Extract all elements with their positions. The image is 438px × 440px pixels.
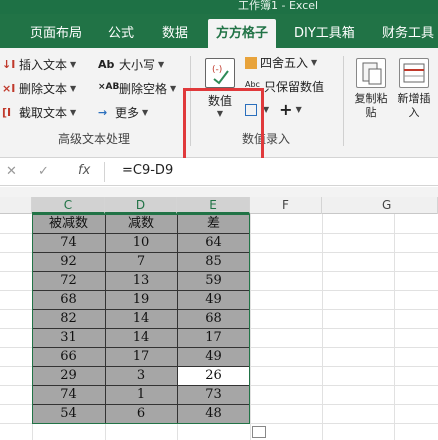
table-cell[interactable]: 72 xyxy=(32,271,105,290)
table-row-border xyxy=(32,328,250,329)
case-button[interactable]: Ab 大小写 ▼ xyxy=(98,56,164,73)
table-cell[interactable]: 85 xyxy=(177,252,250,271)
insert-sheet-icon xyxy=(399,58,429,88)
table-cell[interactable]: 49 xyxy=(177,290,250,309)
table-cell[interactable]: 73 xyxy=(177,385,250,404)
table-row-border xyxy=(32,309,250,310)
table-row-border xyxy=(32,271,250,272)
table-cell[interactable]: 29 xyxy=(32,366,105,385)
tab-data[interactable]: 数据 xyxy=(162,22,188,41)
table-cell[interactable]: 13 xyxy=(105,271,177,290)
svg-text:(-): (-) xyxy=(212,65,222,75)
table-cell[interactable]: 3 xyxy=(105,366,177,385)
round-icon xyxy=(245,56,257,69)
round-button[interactable]: 四舍五入 ▼ xyxy=(245,54,317,71)
table-row-border xyxy=(32,252,250,253)
ribbon-separator-2 xyxy=(343,56,344,146)
insert-text-button[interactable]: ↓I 插入文本 ▼ xyxy=(2,56,76,73)
ribbon: ↓I 插入文本 ▼ ×I 删除文本 ▼ [I 截取文本 ▼ Ab 大小写 ▼ ×AB 删… xyxy=(0,48,438,172)
table-cell[interactable]: 14 xyxy=(105,309,177,328)
table-cell[interactable]: 14 xyxy=(105,328,177,347)
table-column-border xyxy=(32,214,33,423)
more-button[interactable]: → 更多 ▼ xyxy=(98,104,148,121)
new-insert-button[interactable]: 新增插入 xyxy=(394,58,434,120)
column-header-g[interactable]: G xyxy=(322,197,438,214)
case-icon: Ab xyxy=(98,57,115,71)
table-header-cell[interactable]: 差 xyxy=(177,214,250,233)
ribbon-tabs: 页面布局 公式 数据 方方格子 DIY工具箱 财务工具 xyxy=(0,14,438,53)
table-cell[interactable]: 7 xyxy=(105,252,177,271)
formula-bar: ✕ ✓ fx =C9-D9 xyxy=(0,158,438,186)
table-row-border xyxy=(32,233,250,234)
table-header-cell[interactable]: 减数 xyxy=(105,214,177,233)
table-cell[interactable]: 49 xyxy=(177,347,250,366)
table-column-border xyxy=(177,214,178,423)
table-row-border xyxy=(32,404,250,405)
plus-icon: + xyxy=(279,100,293,119)
table-cell[interactable]: 19 xyxy=(105,290,177,309)
table-header-cell[interactable]: 被减数 xyxy=(32,214,105,233)
delete-spaces-button[interactable]: ×AB 删除空格 ▼ xyxy=(98,80,176,97)
column-header-c[interactable]: C xyxy=(32,197,105,214)
active-cell[interactable]: 26 xyxy=(177,366,250,385)
table-cell[interactable]: 1 xyxy=(105,385,177,404)
grid-gap xyxy=(0,187,438,197)
table-cell[interactable]: 66 xyxy=(32,347,105,366)
table-cell[interactable]: 82 xyxy=(32,309,105,328)
paste-options-icon[interactable] xyxy=(252,426,266,438)
delete-spaces-icon: ×AB xyxy=(98,81,120,92)
table-row-border xyxy=(32,385,250,386)
extract-text-button[interactable]: [I 截取文本 ▼ xyxy=(2,104,76,121)
tab-formulas[interactable]: 公式 xyxy=(108,22,134,41)
table-cell[interactable]: 92 xyxy=(32,252,105,271)
clipboard-icon xyxy=(356,58,386,88)
table-row-border xyxy=(32,214,250,215)
table-cell[interactable]: 31 xyxy=(32,328,105,347)
tab-page-layout[interactable]: 页面布局 xyxy=(30,22,82,41)
tab-finance-tools[interactable]: 财务工具 xyxy=(382,22,434,41)
table-cell[interactable]: 59 xyxy=(177,271,250,290)
table-cell[interactable]: 17 xyxy=(177,328,250,347)
column-header-d[interactable]: D xyxy=(105,197,177,214)
table-cell[interactable]: 17 xyxy=(105,347,177,366)
title-bar: 工作簿1 - Excel xyxy=(0,0,438,14)
extract-text-icon: [I xyxy=(2,105,12,119)
table-cell[interactable]: 6 xyxy=(105,404,177,423)
table-row-border xyxy=(32,290,250,291)
table-cell[interactable]: 68 xyxy=(32,290,105,309)
table-row-border xyxy=(32,366,250,367)
formula-separator xyxy=(104,162,105,182)
copy-paste-button[interactable]: 复制粘贴 xyxy=(350,58,392,120)
column-header-e[interactable]: E xyxy=(177,197,250,214)
table-row-border xyxy=(32,423,250,424)
table-cell[interactable]: 64 xyxy=(177,233,250,252)
table-cell[interactable]: 74 xyxy=(32,385,105,404)
table-cell[interactable]: 10 xyxy=(105,233,177,252)
table-column-border xyxy=(249,214,250,423)
table-column-border xyxy=(105,214,106,423)
fx-icon[interactable]: fx xyxy=(78,163,90,178)
arrow-right-icon: → xyxy=(98,105,108,119)
delete-text-icon: ×I xyxy=(2,81,16,95)
tab-diy-toolbox[interactable]: DIY工具箱 xyxy=(294,22,355,41)
window-title: 工作簿1 - Excel xyxy=(238,0,319,12)
numeric-icon: (-) xyxy=(205,58,235,88)
enter-icon[interactable]: ✓ xyxy=(38,164,49,179)
select-all-corner[interactable] xyxy=(0,197,32,214)
formula-input[interactable]: =C9-D9 xyxy=(122,163,173,178)
table-cell[interactable]: 54 xyxy=(32,404,105,423)
cancel-icon[interactable]: ✕ xyxy=(6,164,17,179)
table-cell[interactable]: 68 xyxy=(177,309,250,328)
insert-text-icon: ↓I xyxy=(2,57,16,71)
table-cell[interactable]: 48 xyxy=(177,404,250,423)
text-group-label: 高级文本处理 xyxy=(58,132,131,146)
delete-text-button[interactable]: ×I 删除文本 ▼ xyxy=(2,80,76,97)
column-header-f[interactable]: F xyxy=(250,197,322,214)
table-cell[interactable]: 74 xyxy=(32,233,105,252)
column-headers: C D E F G xyxy=(0,197,438,214)
table-row-border xyxy=(32,347,250,348)
